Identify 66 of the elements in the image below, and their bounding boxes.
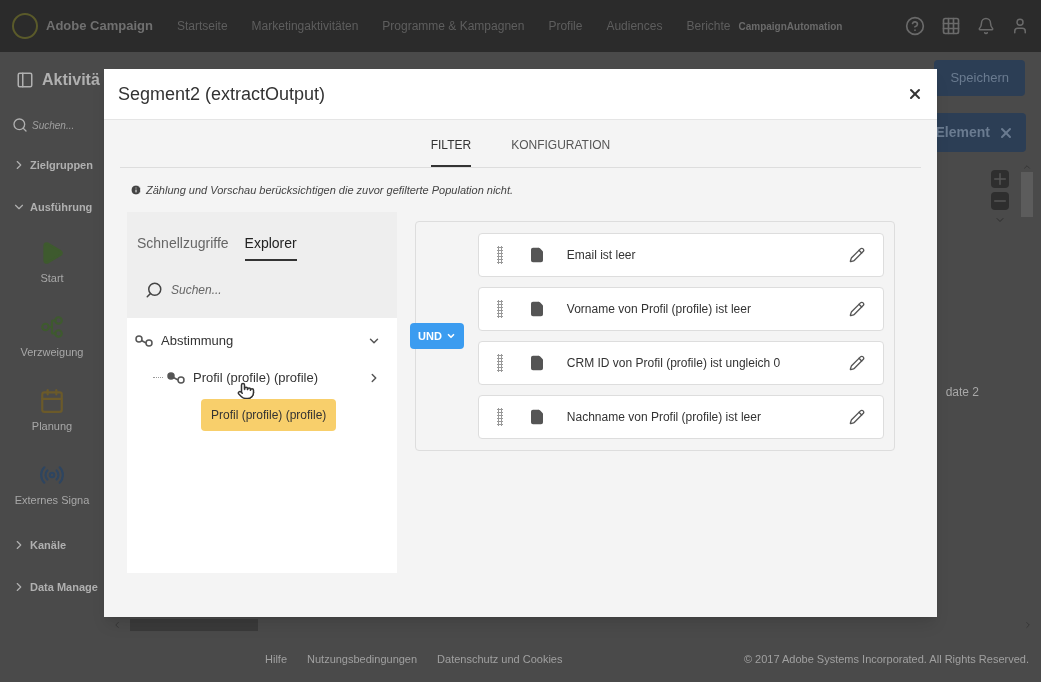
condition-row[interactable]: Email ist leer bbox=[477, 233, 884, 277]
zoom-in-icon[interactable] bbox=[991, 170, 1009, 188]
logo-icon bbox=[12, 13, 38, 39]
panel-icon[interactable] bbox=[16, 71, 34, 89]
copyright-text: © 2017 Adobe Systems Incorporated. All Rights Reserved. bbox=[743, 651, 1029, 667]
activity-item[interactable]: Verzweigung bbox=[0, 300, 104, 374]
drag-handle-icon[interactable] bbox=[496, 300, 503, 318]
drag-handle-icon[interactable] bbox=[496, 246, 503, 264]
footer-link[interactable]: Hilfe bbox=[265, 650, 287, 668]
tree-item[interactable]: Profil (profile) (profile) bbox=[127, 359, 397, 396]
condition-text: Email ist leer bbox=[566, 247, 636, 264]
branch-icon bbox=[39, 313, 65, 340]
canvas-node-label: date 2 bbox=[945, 384, 979, 401]
sidebar-search-field[interactable]: Suchen... bbox=[12, 108, 104, 142]
document-icon bbox=[528, 301, 545, 317]
search-icon bbox=[145, 281, 163, 299]
search-icon bbox=[12, 117, 28, 133]
operator-dropdown[interactable]: UND bbox=[410, 323, 464, 349]
edit-icon[interactable] bbox=[849, 247, 865, 263]
sidebar-group[interactable]: Ausführung bbox=[12, 188, 104, 226]
condition-text: CRM ID von Profil (profile) ist ungleich 0 bbox=[566, 355, 781, 372]
brand-name: Adobe Campaign bbox=[46, 17, 153, 36]
condition-row[interactable]: Vorname von Profil (profile) ist leer bbox=[477, 287, 884, 331]
document-icon bbox=[528, 409, 545, 425]
dialog-tab[interactable]: KONFIGURATION bbox=[511, 120, 611, 167]
page-title: Aktivitä bbox=[42, 70, 100, 90]
condition-row[interactable]: CRM ID von Profil (profile) ist ungleich 0 bbox=[477, 341, 884, 385]
edit-icon[interactable] bbox=[849, 409, 865, 425]
edit-icon[interactable] bbox=[849, 301, 865, 317]
sidebar-group[interactable]: Kanäle bbox=[12, 526, 104, 564]
explorer-tab[interactable]: Schnellzugriffe bbox=[137, 228, 229, 261]
footer-link[interactable]: Nutzungsbedingungen bbox=[307, 650, 418, 668]
sidebar-group[interactable]: Data Manage bbox=[12, 568, 104, 606]
sidebar-group[interactable]: Zielgruppen bbox=[12, 146, 104, 184]
edit-icon[interactable] bbox=[849, 355, 865, 371]
calendar-icon bbox=[39, 387, 65, 414]
dialog-title: Segment2 (extractOutput) bbox=[118, 82, 326, 106]
document-icon bbox=[528, 355, 545, 371]
save-button[interactable]: Speichern bbox=[934, 60, 1025, 96]
drag-handle-icon[interactable] bbox=[496, 354, 503, 372]
account-name: CampaignAutomation bbox=[738, 19, 843, 34]
activity-item[interactable]: Planung bbox=[0, 374, 104, 448]
help-icon[interactable] bbox=[905, 16, 925, 36]
condition-row[interactable]: Nachname von Profil (profile) ist leer bbox=[477, 395, 884, 439]
apps-grid-icon[interactable] bbox=[941, 16, 961, 36]
activity-item[interactable]: Start bbox=[0, 226, 104, 300]
explorer-tab[interactable]: Explorer bbox=[244, 228, 297, 261]
info-icon bbox=[130, 184, 142, 196]
condition-text: Nachname von Profil (profile) ist leer bbox=[566, 409, 761, 426]
bell-icon[interactable] bbox=[977, 17, 995, 35]
tree-item[interactable]: Abstimmung bbox=[127, 322, 397, 359]
node-link-icon bbox=[167, 371, 185, 384]
notice-text: Zählung und Vorschau berücksichtigen die zuvor gefilterte Population nicht. bbox=[146, 182, 514, 198]
activity-item[interactable]: Externes Signa bbox=[0, 448, 104, 522]
zoom-out-icon[interactable] bbox=[991, 192, 1009, 210]
node-link-icon bbox=[135, 334, 153, 347]
drag-handle-icon[interactable] bbox=[496, 408, 503, 426]
explorer-search-field[interactable]: Suchen... bbox=[127, 262, 397, 318]
document-icon bbox=[528, 247, 545, 263]
caret-icon bbox=[445, 331, 456, 341]
dialog-tab[interactable]: FILTER bbox=[430, 120, 472, 167]
tooltip: Profil (profile) (profile) bbox=[201, 399, 337, 431]
user-icon[interactable] bbox=[1011, 17, 1029, 35]
footer-link[interactable]: Datenschutz und Cookies bbox=[437, 650, 563, 668]
condition-text: Vorname von Profil (profile) ist leer bbox=[566, 301, 751, 318]
close-icon[interactable] bbox=[907, 86, 923, 102]
